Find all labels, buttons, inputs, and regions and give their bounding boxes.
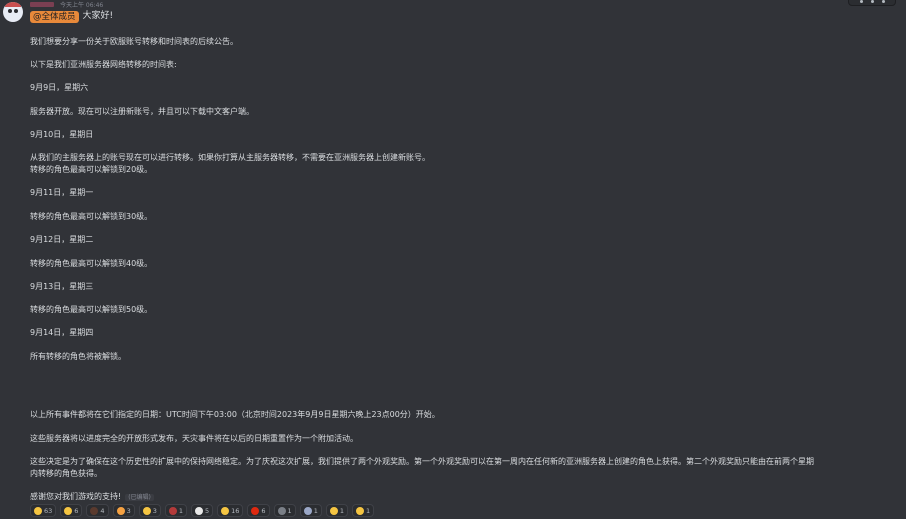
reaction-count: 6 (261, 506, 266, 515)
clown-icon (194, 506, 203, 515)
thumbs-down-icon (221, 506, 230, 515)
message-timestamp: 今天上午 06:46 (60, 2, 104, 9)
china-flag-icon (251, 506, 260, 515)
paragraph: 转移的角色最高可以解锁到30级。 (30, 212, 153, 221)
closing-paragraph: 感谢您对我们游戏的支持! (已编辑) (30, 491, 154, 504)
author-name[interactable] (30, 2, 54, 7)
chat-message: 今天上午 06:46 @全体成员 大家好! 我们想要分享一份关于欧服账号转移和时… (0, 0, 906, 519)
mention-line: @全体成员 大家好! (30, 10, 113, 23)
reaction-count: 16 (231, 506, 240, 515)
paragraph: 从我们的主服务器上的账号现在可以进行转移。如果你打算从主服务器转移，不需要在亚洲… (30, 153, 430, 174)
reaction-button[interactable]: 3 (138, 504, 161, 517)
reaction-count: 1 (287, 506, 292, 515)
reaction-count: 6 (74, 506, 79, 515)
reaction-button[interactable]: 6 (247, 504, 270, 517)
reaction-button[interactable]: 1 (325, 504, 348, 517)
reaction-count: 1 (339, 506, 344, 515)
reaction-count: 5 (204, 506, 210, 515)
message-header: 今天上午 06:46 (30, 0, 103, 9)
reaction-count: 1 (365, 506, 371, 515)
paragraph: 这些决定是为了确保在这个历史性的扩展中的保持网络稳定。为了庆祝这次扩展，我们提供… (30, 457, 814, 478)
more-dot-icon (859, 0, 863, 3)
reaction-button[interactable]: 1 (273, 504, 296, 517)
greeting-text: 大家好! (82, 11, 114, 21)
avatar-eye-left (8, 9, 12, 13)
paragraph: 以上所有事件都将在它们指定的日期：UTC时间下午03:00（北京时间2023年9… (30, 410, 440, 419)
red-square-icon (168, 506, 177, 515)
more-dot-icon (881, 0, 885, 3)
paragraph: 9月14日，星期四 (30, 328, 94, 337)
edited-label: (已编辑) (125, 494, 154, 501)
worried-face-icon (355, 506, 364, 515)
reaction-button[interactable]: 6 (60, 504, 83, 517)
paragraph: 9月10日，星期日 (30, 130, 94, 139)
reaction-button[interactable]: 3 (112, 504, 135, 517)
paragraph: 所有转移的角色将被解锁。 (30, 352, 126, 361)
message-actions-toolbar[interactable] (848, 0, 896, 6)
reaction-button[interactable]: 1 (351, 504, 375, 517)
small-dot-icon (277, 506, 286, 515)
paragraph: 9月13日，星期三 (30, 282, 94, 291)
paragraph: 9月12日，星期二 (30, 235, 94, 244)
dizzy-face-icon (329, 506, 338, 515)
avatar-hat (5, 2, 21, 7)
rocket-icon (303, 506, 312, 515)
smile-icon (64, 506, 73, 515)
reaction-button[interactable]: 4 (86, 504, 109, 517)
paragraph: 转移的角色最高可以解锁到40级。 (30, 259, 153, 268)
reaction-button[interactable]: 16 (217, 504, 244, 517)
paragraph: 转移的角色最高可以解锁到50级。 (30, 305, 153, 314)
paragraph: 这些服务器将以进度完全的开放形式发布，天灾事件将在以后的日期重置作为一个附加活动… (30, 434, 358, 443)
more-dot-icon (870, 0, 874, 3)
reaction-button[interactable]: 63 (30, 504, 57, 517)
everyone-mention[interactable]: @全体成员 (30, 10, 79, 23)
reaction-button[interactable]: 1 (299, 504, 322, 517)
paragraph: 服务器开放。现在可以注册新账号，并且可以下载中文客户端。 (30, 107, 254, 116)
dark-face-icon (90, 506, 99, 515)
reaction-count: 1 (178, 506, 183, 515)
heart-eyes-icon (116, 506, 125, 515)
reaction-count: 3 (126, 506, 131, 515)
reaction-count: 4 (100, 506, 105, 515)
paragraph: 9月11日，星期一 (30, 188, 94, 197)
reaction-button[interactable]: 1 (164, 504, 187, 517)
reaction-count: 3 (152, 506, 157, 515)
closing-text: 感谢您对我们游戏的支持! (30, 492, 122, 501)
reaction-bar: 63 6 4 3 3 1 5 16 6 1 1 1 1 (30, 504, 375, 517)
grin-icon (142, 506, 151, 515)
avatar-eye-right (14, 9, 18, 13)
paragraph: 我们想要分享一份关于欧服账号转移和时间表的后续公告。 (30, 37, 238, 46)
paragraph: 9月9日，星期六 (30, 83, 89, 92)
paragraph: 以下是我们亚洲服务器网络转移的时间表: (30, 60, 177, 69)
reaction-count: 63 (44, 506, 53, 515)
reaction-count: 1 (313, 506, 318, 515)
reaction-button[interactable]: 5 (190, 504, 214, 517)
avatar[interactable] (3, 2, 23, 22)
thumbs-up-icon (34, 506, 42, 515)
